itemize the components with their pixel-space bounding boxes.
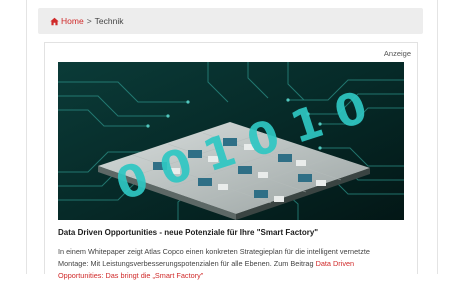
home-icon[interactable] (50, 17, 59, 26)
ad-card: Anzeige 0 0 1 0 1 0 Data Driven Opportun… (44, 42, 418, 280)
hero-image[interactable]: 0 0 1 0 1 0 (58, 62, 404, 220)
ad-label: Anzeige (383, 49, 411, 58)
teaser-text-line1: In einem Whitepaper zeigt Atlas Copco ei… (58, 247, 370, 256)
breadcrumb-home-link[interactable]: Home (61, 16, 84, 26)
smart-factory-illustration: 0 0 1 0 1 0 (58, 62, 404, 220)
teaser-text-line2: Montage: Mit Leistungsverbesserungspoten… (58, 259, 316, 268)
breadcrumb-current: Technik (94, 16, 124, 26)
article-headline[interactable]: Data Driven Opportunities - neue Potenzi… (58, 228, 408, 237)
breadcrumb: Home > Technik (38, 8, 423, 34)
breadcrumb-separator: > (86, 16, 92, 26)
article-teaser: In einem Whitepaper zeigt Atlas Copco ei… (58, 246, 418, 282)
teaser-link[interactable]: Data Driven (316, 259, 355, 268)
teaser-link-continued[interactable]: Opportunities: Das bringt die „Smart Fac… (58, 271, 203, 280)
